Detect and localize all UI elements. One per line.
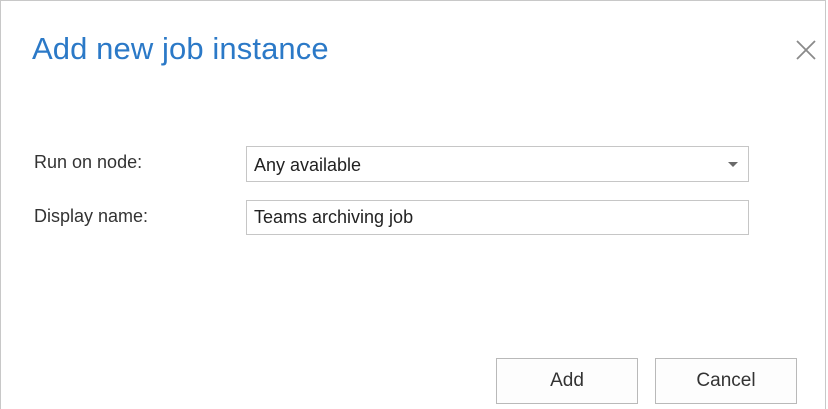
display-name-label: Display name: (34, 206, 149, 226)
run-on-node-label: Run on node: (34, 152, 143, 172)
run-on-node-value: Any available (254, 155, 362, 175)
add-job-instance-dialog: Add new job instance Run on node: Any av… (0, 0, 826, 409)
dialog-title: Add new job instance (32, 31, 329, 66)
display-name-field[interactable] (246, 200, 749, 235)
cancel-button[interactable]: Cancel (655, 358, 797, 404)
add-button[interactable]: Add (496, 358, 638, 404)
chevron-down-icon[interactable] (728, 162, 738, 167)
run-on-node-select[interactable]: Any available (246, 146, 749, 182)
close-icon[interactable] (794, 38, 818, 62)
